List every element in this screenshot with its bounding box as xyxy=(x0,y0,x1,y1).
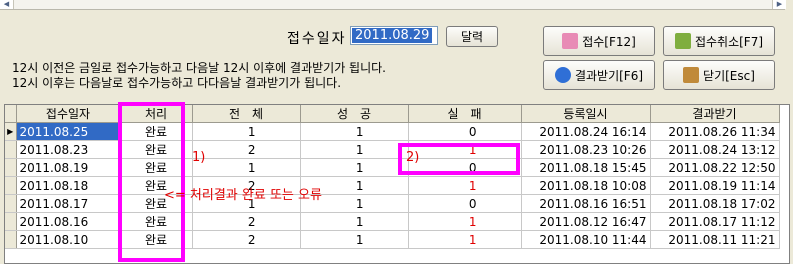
cell-result[interactable]: 2011.08.22 12:50 xyxy=(650,158,780,177)
cell-success[interactable]: 1 xyxy=(300,140,409,159)
cell-total[interactable]: 1 xyxy=(192,158,301,177)
annotation-status-note: <= 처리결과 완료 또는 오류 xyxy=(164,188,322,203)
cell-registered[interactable]: 2011.08.18 15:45 xyxy=(521,158,651,177)
cancel-receive-button[interactable]: 접수취소[F7] xyxy=(663,26,775,56)
cell-registered[interactable]: 2011.08.16 16:51 xyxy=(521,194,651,213)
cell-registered[interactable]: 2011.08.12 16:47 xyxy=(521,212,651,231)
calendar-button[interactable]: 달력 xyxy=(446,26,498,47)
row-indicator[interactable] xyxy=(5,212,17,231)
cell-success[interactable]: 1 xyxy=(300,158,409,177)
cell-registered[interactable]: 2011.08.23 10:26 xyxy=(521,140,651,159)
row-indicator[interactable] xyxy=(5,158,17,177)
cell-date[interactable]: 2011.08.16 xyxy=(16,212,121,231)
col-header-total[interactable]: 전 체 xyxy=(192,105,301,123)
cell-result[interactable]: 2011.08.24 13:12 xyxy=(650,140,780,159)
receive-button[interactable]: 접수[F12] xyxy=(543,26,655,56)
refresh-icon xyxy=(554,67,571,83)
get-result-button-label: 결과받기[F6] xyxy=(574,68,644,83)
cell-result[interactable]: 2011.08.18 17:02 xyxy=(650,194,780,213)
cell-total[interactable]: 2 xyxy=(192,212,301,231)
col-header-registered[interactable]: 등록일시 xyxy=(521,105,651,123)
cell-date[interactable]: 2011.08.25 xyxy=(16,122,121,141)
cell-fail[interactable]: 1 xyxy=(408,230,522,249)
cell-date[interactable]: 2011.08.17 xyxy=(16,194,121,213)
receive-icon xyxy=(562,33,579,49)
cell-date[interactable]: 2011.08.19 xyxy=(16,158,121,177)
info-line-2: 12시 이후는 다음날로 접수가능하고 다다음날 결과받기가 됩니다. xyxy=(12,76,342,90)
cell-fail[interactable]: 0 xyxy=(408,194,522,213)
scroll-right-arrow-icon[interactable]: ▶ xyxy=(772,0,786,9)
cell-result[interactable]: 2011.08.17 11:12 xyxy=(650,212,780,231)
receipt-date-input[interactable]: 2011.08.29 xyxy=(350,26,438,45)
cell-success[interactable]: 1 xyxy=(300,230,409,249)
status-column-highlight xyxy=(118,102,185,262)
cell-result[interactable]: 2011.08.19 11:14 xyxy=(650,176,780,195)
cell-success[interactable]: 1 xyxy=(300,122,409,141)
top-scrollbar[interactable]: ◀ ▶ xyxy=(0,0,786,10)
row-indicator[interactable] xyxy=(5,230,17,249)
annotation-marker-1: 1) xyxy=(192,150,206,165)
current-row-indicator-icon[interactable]: ▶ xyxy=(5,122,17,141)
col-header-result[interactable]: 결과받기 xyxy=(650,105,780,123)
get-result-button[interactable]: 결과받기[F6] xyxy=(543,60,655,90)
door-icon xyxy=(683,67,700,83)
cell-total[interactable]: 2 xyxy=(192,140,301,159)
cell-result[interactable]: 2011.08.11 11:21 xyxy=(650,230,780,249)
col-header-success[interactable]: 성 공 xyxy=(300,105,409,123)
cell-registered[interactable]: 2011.08.24 16:14 xyxy=(521,122,651,141)
cell-registered[interactable]: 2011.08.18 10:08 xyxy=(521,176,651,195)
annotation-marker-2: 2) xyxy=(406,150,420,165)
receive-button-label: 접수[F12] xyxy=(582,34,636,49)
cell-success[interactable]: 1 xyxy=(300,212,409,231)
cell-fail[interactable]: 1 xyxy=(408,176,522,195)
cell-total[interactable]: 2 xyxy=(192,230,301,249)
row-indicator[interactable] xyxy=(5,140,17,159)
cell-fail[interactable]: 1 xyxy=(408,212,522,231)
col-header-fail[interactable]: 실 패 xyxy=(408,105,522,123)
cell-date[interactable]: 2011.08.10 xyxy=(16,230,121,249)
cell-registered[interactable]: 2011.08.10 11:44 xyxy=(521,230,651,249)
cell-total[interactable]: 1 xyxy=(192,122,301,141)
close-button[interactable]: 닫기[Esc] xyxy=(663,60,775,90)
cell-date[interactable]: 2011.08.23 xyxy=(16,140,121,159)
col-header-date[interactable]: 접수일자 xyxy=(16,105,121,123)
cell-fail[interactable]: 0 xyxy=(408,122,522,141)
row-indicator-header xyxy=(5,105,17,123)
receipt-date-label: 접수일자 xyxy=(287,31,347,47)
cell-date[interactable]: 2011.08.18 xyxy=(16,176,121,195)
cell-result[interactable]: 2011.08.26 11:34 xyxy=(650,122,780,141)
row-indicator[interactable] xyxy=(5,176,17,195)
scroll-left-arrow-icon[interactable]: ◀ xyxy=(0,0,14,9)
cancel-receive-button-label: 접수취소[F7] xyxy=(694,34,764,49)
close-button-label: 닫기[Esc] xyxy=(703,68,755,83)
cancel-receive-icon xyxy=(674,33,691,49)
row-indicator[interactable] xyxy=(5,194,17,213)
receipt-date-value: 2011.08.29 xyxy=(352,28,433,43)
